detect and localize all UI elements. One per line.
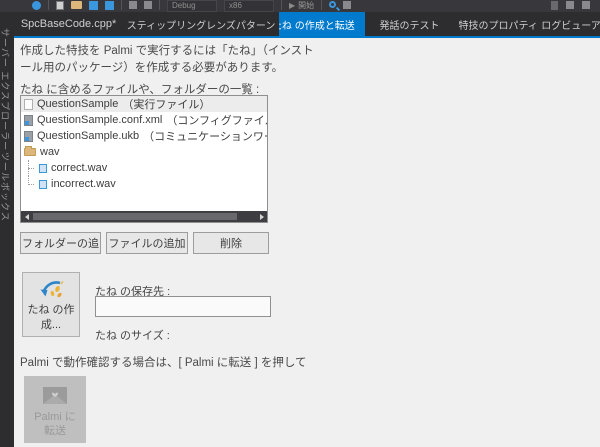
file-icon [24,98,33,110]
tane-create-transfer-panel: 作成した特技を Palmi で実行するには「たね」（インスト ール用のパッケージ… [14,38,600,447]
save-all-icon[interactable] [105,1,114,10]
size-label: たね のサイズ : [95,330,170,342]
tree-branch-line [24,160,35,176]
app-window: Debug x86 ▶ 開始 SpcBaseCode.cpp* スティップリング… [0,0,600,447]
start-debug-button[interactable]: ▶ 開始 [289,0,314,11]
add-folder-button[interactable]: フォルダーの追 [20,232,101,254]
toolbar-separator [281,0,282,10]
save-path-input[interactable] [95,296,271,317]
create-tane-button[interactable]: たね の作成... [22,272,80,337]
tab-label: SpcBaseCode.cpp* [20,18,117,30]
toolbar-separator [48,0,49,10]
sidebar-tab-toolbox[interactable]: ツールボックス [0,152,12,222]
envelope-heart-icon [43,386,67,404]
file-name: correct.wav [51,162,108,174]
tab-label: スティップリングレンズパターン [126,20,276,32]
audio-file-icon [39,163,47,173]
start-label: 開始 [298,1,315,10]
create-tane-label: たね の作成... [27,304,75,331]
add-file-button[interactable]: ファイルの追加 [106,232,188,254]
folder-icon [24,146,36,156]
file-list-item[interactable]: correct.wav [21,160,267,176]
left-autohide-strip: サーバー エクスプローラー ツールボックス [0,12,14,447]
file-list-item[interactable]: QuestionSample （実行ファイル） [21,96,267,112]
navigate-icon[interactable] [32,1,41,10]
bookmark-next-icon[interactable] [582,1,590,9]
transfer-to-palmi-label: Palmi に転送 [34,410,76,437]
tab-tane-create-transfer[interactable]: たね の作成と転送 × [278,12,365,36]
save-icon[interactable] [89,1,98,10]
tab-skill-properties[interactable]: 特技のプロパティ [454,12,542,36]
document-tab-bar: SpcBaseCode.cpp* スティップリングレンズパターン たね の作成と… [14,12,600,36]
delete-button[interactable]: 削除 [193,232,269,254]
open-folder-icon[interactable] [71,1,82,9]
scroll-right-arrow-icon[interactable] [256,211,267,222]
transfer-note: Palmi で動作確認する場合は、[ Palmi に転送 ] を押して [20,357,307,369]
tab-label: 発話のテスト [379,20,440,32]
find-icon[interactable] [329,1,337,8]
intro-text: 作成した特技を Palmi で実行するには「たね」（インスト ール用のパッケージ… [20,43,340,77]
config-file-icon [24,114,33,126]
seed-scatter-icon [40,281,64,298]
bookmark-prev-icon[interactable] [566,1,574,9]
file-list-item[interactable]: QuestionSample.conf.xml （コンフィグファイル） [21,112,267,128]
tab-log-viewer[interactable]: ログビューア [542,12,600,36]
toolbar-separator [159,0,160,10]
file-name: QuestionSample.ukb [37,130,140,142]
config-file-icon [24,130,33,142]
file-list-item[interactable]: incorrect.wav [21,176,267,192]
tab-label: ログビューア [542,20,600,32]
file-name: wav [40,146,60,158]
intro-line-1: 作成した特技を Palmi で実行するには「たね」（インスト [20,45,314,57]
file-name: QuestionSample.conf.xml [37,114,163,126]
copy-icon[interactable] [56,1,64,10]
file-name: QuestionSample [37,98,119,110]
tab-label: 特技のプロパティ [458,20,538,32]
redo-icon[interactable] [144,1,152,9]
scrollbar-track[interactable] [32,211,256,222]
horizontal-scrollbar[interactable] [21,211,267,222]
bookmark-icon[interactable] [551,1,558,10]
audio-file-icon [39,179,47,189]
toolbar-separator [321,0,323,10]
comment-icon[interactable] [343,1,352,9]
file-name: incorrect.wav [51,178,116,190]
play-icon: ▶ [289,1,296,10]
toolbar-separator [121,0,122,10]
undo-icon[interactable] [129,1,137,9]
transfer-to-palmi-button[interactable]: Palmi に転送 [24,376,86,443]
tab-stippling-lens-pattern[interactable]: スティップリングレンズパターン [123,12,279,36]
platform-dropdown[interactable]: x86 [224,0,274,12]
tree-branch-line [24,176,35,192]
debug-config-dropdown[interactable]: Debug [167,0,217,12]
tab-label: たね の作成と転送 [278,20,355,32]
tab-spcbasecode[interactable]: SpcBaseCode.cpp* [14,12,123,36]
scroll-left-arrow-icon[interactable] [21,211,32,222]
file-list: QuestionSample （実行ファイル） QuestionSample.c… [20,95,268,223]
tab-speech-test[interactable]: 発話のテスト [365,12,455,36]
file-list-item[interactable]: wav [21,144,267,160]
file-list-item[interactable]: QuestionSample.ukb （コミュニケーションワードファ [21,128,267,144]
toolbar: Debug x86 ▶ 開始 [0,0,600,12]
toolbar-right-group [551,0,600,10]
file-type-note: （コミュニケーションワードファ [143,131,267,143]
file-type-note: （実行ファイル） [122,99,211,111]
list-button-row: フォルダーの追 ファイルの追加 削除 [20,232,269,254]
sidebar-tab-server-explorer[interactable]: サーバー エクスプローラー [0,28,12,151]
file-type-note: （コンフィグファイル） [166,115,267,127]
intro-line-2: ール用のパッケージ）を作成する必要があります。 [20,62,284,74]
scrollbar-thumb[interactable] [33,213,237,220]
